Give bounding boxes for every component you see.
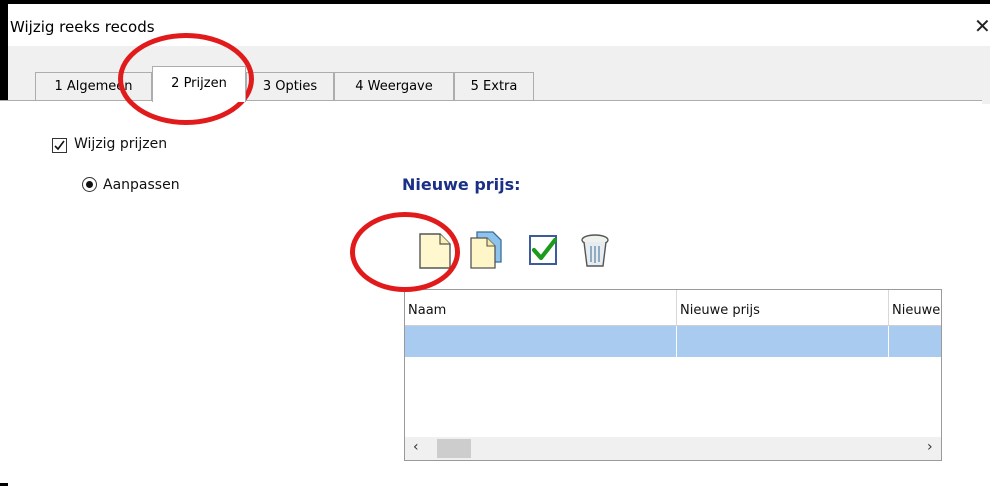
tab-opties[interactable]: 3 Opties: [246, 72, 334, 100]
table-row[interactable]: [405, 326, 941, 357]
checkmark-icon[interactable]: [527, 230, 561, 270]
column-header-nieuwe-prijs[interactable]: Nieuwe prijs: [677, 290, 889, 325]
tab-prijzen[interactable]: 2 Prijzen: [152, 66, 246, 102]
new-price-heading: Nieuwe prijs:: [402, 175, 521, 194]
scrollbar-thumb[interactable]: [437, 439, 471, 458]
checkmark-icon: [54, 140, 65, 151]
new-price-table[interactable]: Naam Nieuwe prijs Nieuwe ‹ ›: [404, 289, 942, 461]
column-header-naam[interactable]: Naam: [405, 290, 677, 325]
table-cell[interactable]: [405, 326, 677, 357]
tab-weergave[interactable]: 4 Weergave: [334, 72, 454, 100]
adjust-radio[interactable]: [82, 177, 97, 192]
change-prices-label[interactable]: Wijzig prijzen: [74, 136, 167, 152]
scroll-left-icon[interactable]: ‹: [413, 439, 419, 455]
copy-document-icon[interactable]: [469, 230, 503, 270]
close-icon[interactable]: ✕: [974, 14, 990, 38]
radio-selected-dot: [86, 181, 93, 188]
horizontal-scrollbar[interactable]: ‹ ›: [405, 437, 941, 460]
table-cell[interactable]: [889, 326, 941, 357]
window-title: Wijzig reeks recods: [10, 18, 155, 36]
column-header-nieuwe[interactable]: Nieuwe: [889, 290, 941, 325]
adjust-label[interactable]: Aanpassen: [103, 177, 180, 193]
scroll-right-icon[interactable]: ›: [927, 439, 933, 455]
table-header: Naam Nieuwe prijs Nieuwe: [405, 290, 941, 326]
tab-extra[interactable]: 5 Extra: [454, 72, 534, 100]
change-prices-checkbox[interactable]: [52, 138, 67, 153]
trash-icon[interactable]: [578, 230, 612, 270]
table-cell[interactable]: [677, 326, 889, 357]
annotation-circle-new-button: [350, 212, 460, 292]
